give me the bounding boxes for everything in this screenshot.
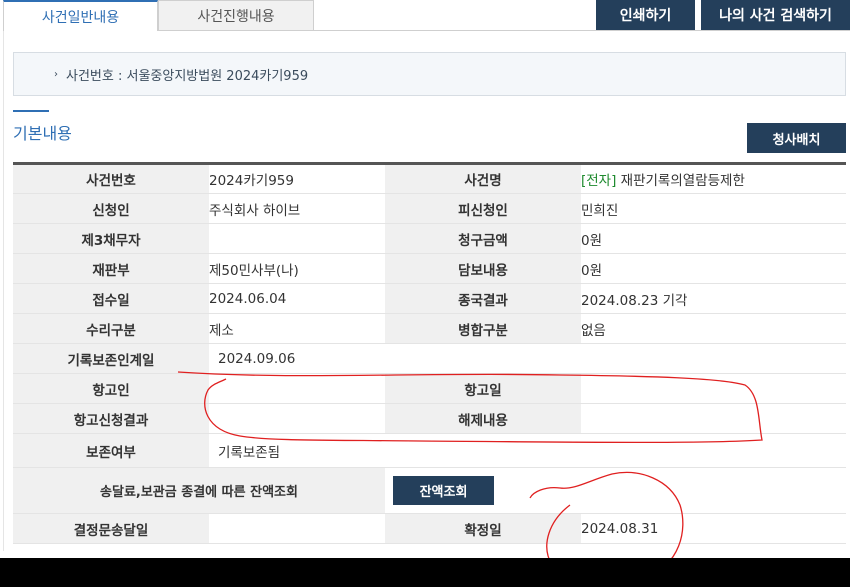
table-row: 항고인 항고일 bbox=[13, 373, 846, 404]
release-label: 해제내용 bbox=[385, 403, 581, 434]
confirmed-date-value: 2024.08.31 bbox=[581, 513, 846, 544]
table-row: 사건번호 2024카기959 사건명 [전자] 재판기록의열람등제한 bbox=[13, 163, 846, 194]
print-button[interactable]: 인쇄하기 bbox=[596, 0, 695, 30]
case-number-box: › 사건번호 : 서울중앙지방법원 2024카기959 bbox=[13, 52, 846, 96]
table-row: 보존여부 기록보존됨 bbox=[13, 433, 846, 468]
table-row: 재판부 제50민사부(나) 담보내용 0원 bbox=[13, 253, 846, 284]
third-debtor-value bbox=[209, 223, 385, 254]
case-number-header: 사건번호 : 서울중앙지방법원 2024카기959 bbox=[66, 68, 309, 84]
table-row: 송달료,보관금 종결에 따른 잔액조회 잔액조회 bbox=[13, 467, 846, 514]
deposit-balance-label: 송달료,보관금 종결에 따른 잔액조회 bbox=[13, 467, 385, 514]
appeal-result-label: 항고신청결과 bbox=[13, 403, 209, 434]
appeal-result-value bbox=[209, 403, 385, 434]
final-result-label: 종국결과 bbox=[385, 283, 581, 314]
my-case-search-button[interactable]: 나의 사건 검색하기 bbox=[701, 0, 850, 30]
claim-amount-value: 0원 bbox=[581, 223, 846, 254]
appellant-value bbox=[209, 373, 385, 404]
merge-type-label: 병합구분 bbox=[385, 313, 581, 344]
table-row: 항고신청결과 해제내용 bbox=[13, 403, 846, 434]
tab-divider bbox=[314, 30, 850, 31]
decision-delivery-label: 결정문송달일 bbox=[13, 513, 209, 544]
section-accent-bar bbox=[13, 110, 49, 112]
office-layout-button[interactable]: 청사배치 bbox=[747, 123, 846, 153]
filed-date-value: 2024.06.04 bbox=[209, 283, 385, 314]
release-value bbox=[581, 403, 846, 434]
preservation-label: 보존여부 bbox=[13, 433, 209, 468]
confirmed-date-label: 확정일 bbox=[385, 513, 581, 544]
claim-amount-label: 청구금액 bbox=[385, 223, 581, 254]
applicant-label: 신청인 bbox=[13, 193, 209, 224]
respondent-value: 민희진 bbox=[581, 193, 846, 224]
tab-progress[interactable]: 사건진행내용 bbox=[158, 0, 314, 31]
record-preserve-date-label: 기록보존인계일 bbox=[13, 343, 209, 374]
decision-delivery-value bbox=[209, 513, 385, 544]
balance-inquiry-button[interactable]: 잔액조회 bbox=[393, 476, 494, 505]
receipt-type-label: 수리구분 bbox=[13, 313, 209, 344]
bottom-black-bar bbox=[0, 558, 850, 587]
appellant-label: 항고인 bbox=[13, 373, 209, 404]
appeal-date-value bbox=[581, 373, 846, 404]
respondent-label: 피신청인 bbox=[385, 193, 581, 224]
case-number-label: 사건번호 bbox=[13, 163, 209, 194]
case-name-label: 사건명 bbox=[385, 163, 581, 194]
table-row: 결정문송달일 확정일 2024.08.31 bbox=[13, 513, 846, 544]
content-border bbox=[3, 31, 4, 551]
merge-type-value: 없음 bbox=[581, 313, 846, 344]
record-preserve-date-value: 2024.09.06 bbox=[209, 343, 846, 374]
court-division-label: 재판부 bbox=[13, 253, 209, 284]
table-row: 접수일 2024.06.04 종국결과 2024.08.23 기각 bbox=[13, 283, 846, 314]
case-info-table: 사건번호 2024카기959 사건명 [전자] 재판기록의열람등제한 신청인 주… bbox=[13, 162, 846, 544]
security-label: 담보내용 bbox=[385, 253, 581, 284]
receipt-type-value: 제소 bbox=[209, 313, 385, 344]
preservation-value: 기록보존됨 bbox=[209, 433, 846, 468]
filed-date-label: 접수일 bbox=[13, 283, 209, 314]
court-division-value: 제50민사부(나) bbox=[209, 253, 385, 284]
security-value: 0원 bbox=[581, 253, 846, 284]
case-number-value: 2024카기959 bbox=[209, 163, 385, 194]
appeal-date-label: 항고일 bbox=[385, 373, 581, 404]
table-row: 제3채무자 청구금액 0원 bbox=[13, 223, 846, 254]
case-name-cell: [전자] 재판기록의열람등제한 bbox=[581, 163, 846, 194]
deposit-balance-cell: 잔액조회 bbox=[385, 467, 846, 514]
table-row: 기록보존인계일 2024.09.06 bbox=[13, 343, 846, 374]
section-title: 기본내용 bbox=[13, 124, 72, 143]
third-debtor-label: 제3채무자 bbox=[13, 223, 209, 254]
tab-general[interactable]: 사건일반내용 bbox=[3, 0, 158, 31]
final-result-value: 2024.08.23 기각 bbox=[581, 283, 846, 314]
case-name-value: 재판기록의열람등제한 bbox=[620, 173, 745, 189]
bullet-icon: › bbox=[54, 68, 58, 80]
e-filing-tag: [전자] bbox=[581, 173, 617, 189]
applicant-value: 주식회사 하이브 bbox=[209, 193, 385, 224]
table-row: 수리구분 제소 병합구분 없음 bbox=[13, 313, 846, 344]
table-row: 신청인 주식회사 하이브 피신청인 민희진 bbox=[13, 193, 846, 224]
